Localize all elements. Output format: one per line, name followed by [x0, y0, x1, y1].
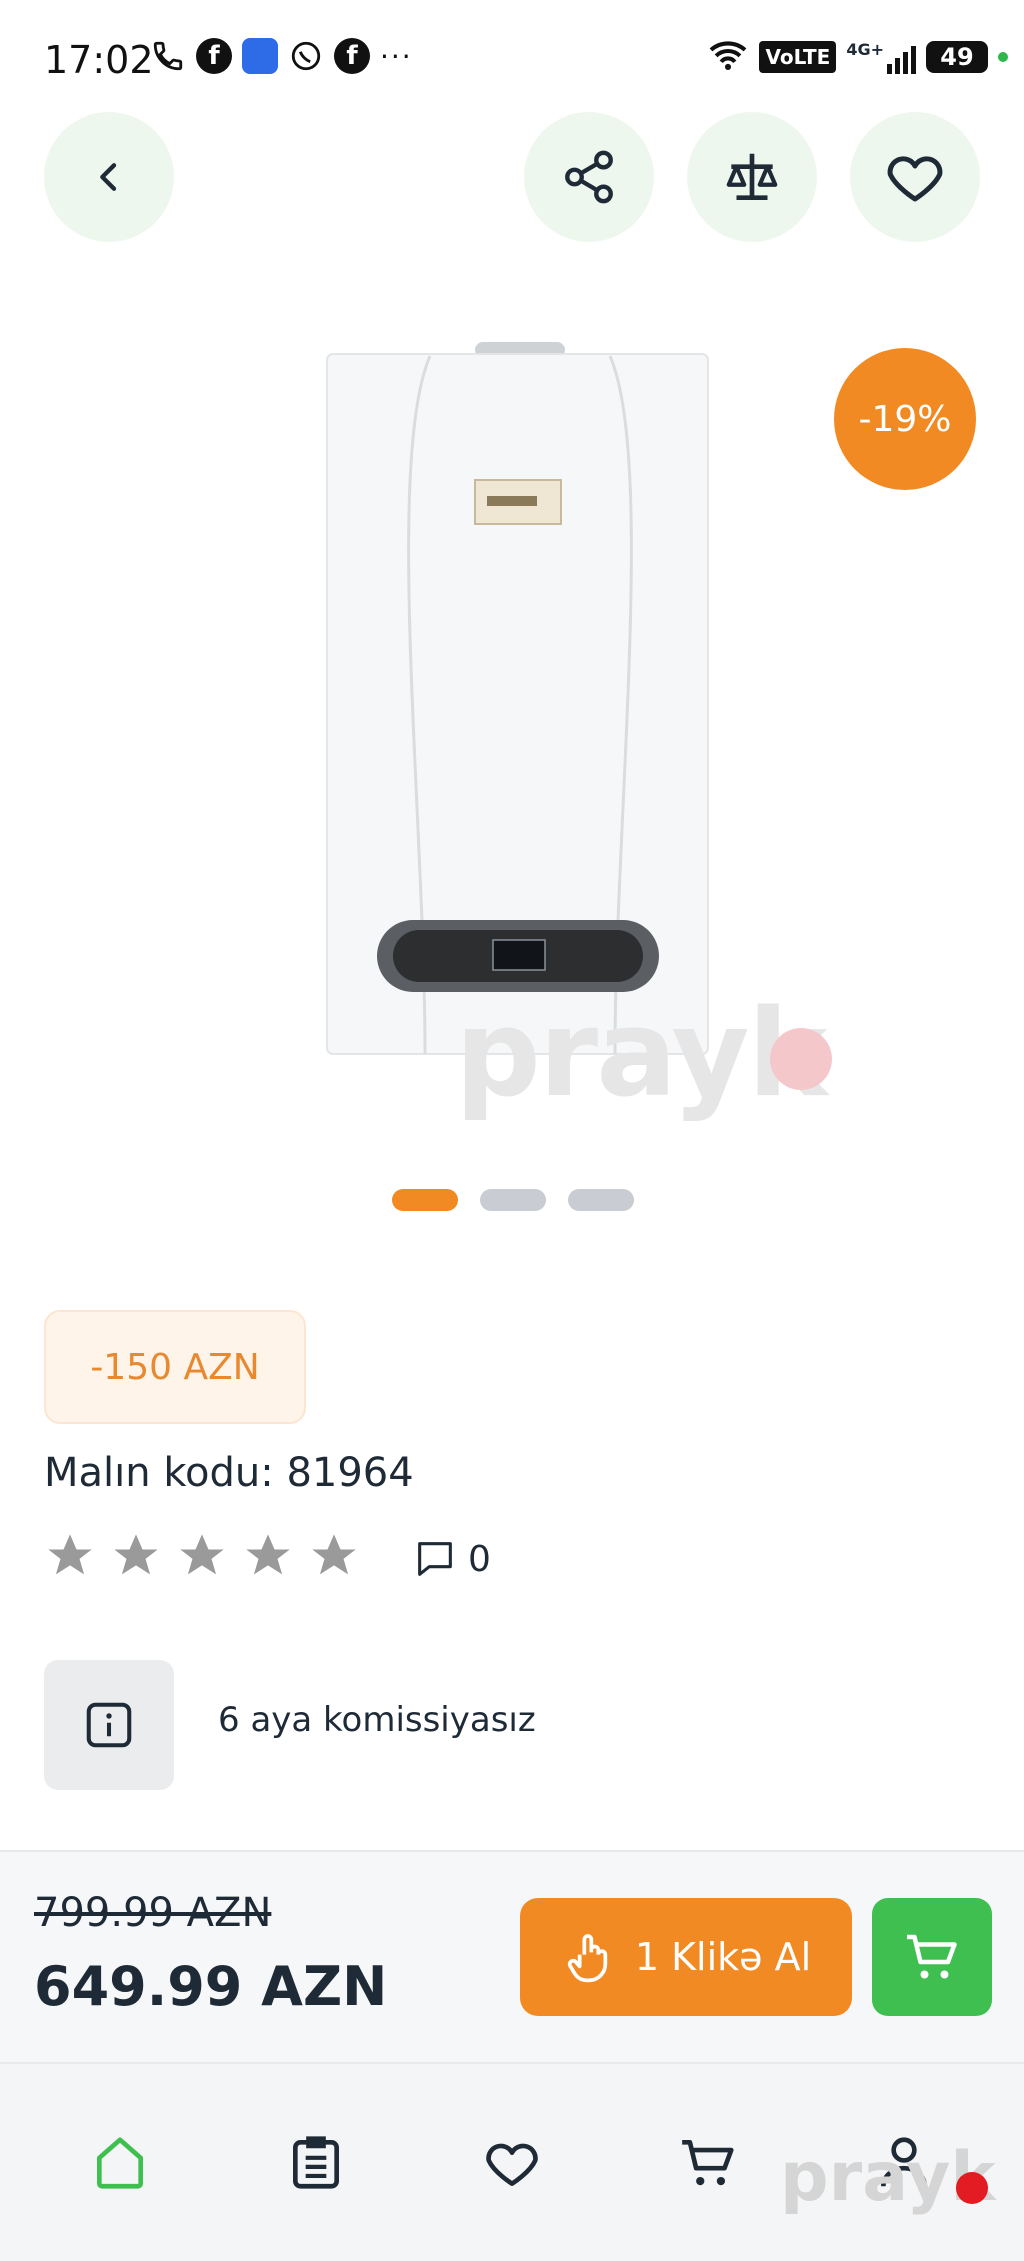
nav-cart[interactable]	[670, 2125, 746, 2201]
discount-amount-chip: -150 AZN	[44, 1310, 306, 1424]
notification-icons: f f ···	[150, 38, 413, 74]
favorite-button[interactable]	[850, 112, 980, 242]
app-notification-icon	[242, 38, 278, 74]
discount-percent-badge: -19%	[834, 348, 976, 490]
watermark-dot	[956, 2172, 988, 2204]
hand-tap-icon	[567, 1934, 608, 1983]
more-notifications-icon: ···	[380, 39, 413, 73]
info-icon	[86, 1702, 132, 1748]
volte-icon: VoLTE	[759, 41, 837, 73]
heart-icon	[486, 2143, 538, 2186]
one-click-buy-button[interactable]: 1 Klikə Al	[520, 1898, 852, 2016]
star-icon	[114, 1534, 158, 1575]
clipboard-list-icon	[293, 2136, 339, 2189]
add-to-cart-button[interactable]	[872, 1898, 992, 2016]
chevron-left-icon	[100, 163, 117, 191]
product-code: Malın kodu: 81964	[44, 1450, 414, 1496]
cart-icon	[682, 2140, 734, 2186]
star-icon	[312, 1534, 356, 1575]
star-icon	[180, 1534, 224, 1575]
comments-link[interactable]: 0	[412, 1536, 491, 1582]
status-time: 17:02	[44, 38, 154, 82]
back-button[interactable]	[44, 112, 174, 242]
whatsapp-icon	[288, 38, 324, 74]
carousel-dot-2[interactable]	[480, 1189, 546, 1211]
facebook-icon: f	[334, 38, 370, 74]
battery-icon: 49	[926, 41, 988, 73]
home-icon	[97, 2137, 143, 2189]
carousel-dot-3[interactable]	[568, 1189, 634, 1211]
facebook-icon: f	[196, 38, 232, 74]
nav-catalog[interactable]	[278, 2125, 354, 2201]
current-price: 649.99 AZN	[34, 1955, 388, 2018]
installment-text: 6 aya komissiyasız	[218, 1700, 536, 1740]
product-image[interactable]	[325, 340, 710, 1055]
privacy-indicator	[998, 52, 1008, 62]
rating-stars[interactable]	[44, 1530, 360, 1582]
comments-count: 0	[468, 1538, 491, 1580]
star-icon	[48, 1534, 92, 1575]
cart-icon	[907, 1934, 957, 1979]
nav-home[interactable]	[82, 2125, 158, 2201]
heart-icon	[887, 156, 943, 202]
installment-info-button[interactable]	[44, 1660, 174, 1790]
scales-icon	[726, 153, 778, 200]
status-bar: 17:02 f f ··· VoLTE 4G+ 49	[0, 0, 1024, 110]
star-icon	[246, 1534, 290, 1575]
old-price: 799.99 AZN	[34, 1890, 272, 1936]
phone-icon	[150, 38, 186, 74]
wifi-icon	[707, 38, 749, 76]
image-carousel-dots	[392, 1189, 634, 1211]
compare-button[interactable]	[687, 112, 817, 242]
carousel-dot-1[interactable]	[392, 1189, 458, 1211]
share-icon	[565, 150, 613, 204]
system-icons: VoLTE 4G+ 49	[707, 38, 1008, 76]
share-button[interactable]	[524, 112, 654, 242]
nav-favorites[interactable]	[474, 2125, 550, 2201]
comment-icon	[418, 1542, 452, 1576]
signal-icon: 4G+	[846, 40, 916, 74]
watermark-dot	[770, 1028, 832, 1090]
one-click-label: 1 Klikə Al	[634, 1935, 812, 1979]
